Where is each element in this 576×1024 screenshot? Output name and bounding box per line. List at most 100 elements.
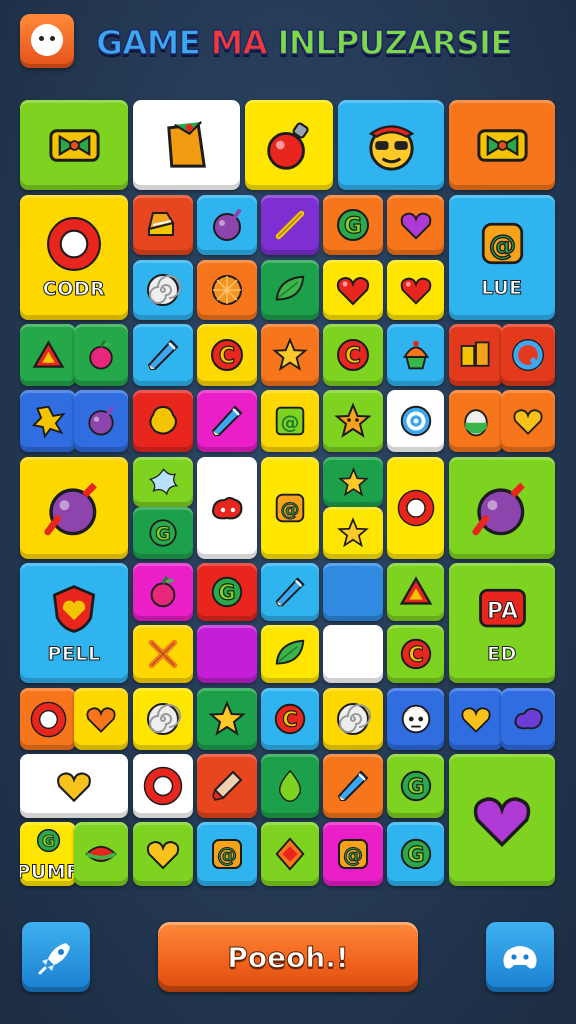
tile[interactable] xyxy=(449,754,555,886)
tile[interactable] xyxy=(20,324,76,386)
tile[interactable] xyxy=(197,195,257,255)
tile[interactable] xyxy=(74,324,128,386)
tile[interactable] xyxy=(133,563,193,621)
tile[interactable] xyxy=(74,822,128,886)
tile[interactable]: C xyxy=(197,324,257,386)
rocket-button[interactable] xyxy=(22,922,90,992)
tile[interactable] xyxy=(261,625,319,683)
tile[interactable] xyxy=(261,754,319,818)
tile[interactable]: @ xyxy=(197,822,257,886)
tile[interactable]: @ xyxy=(261,457,319,559)
tile[interactable]: CODR xyxy=(20,195,128,320)
block-letters-icon xyxy=(460,341,490,367)
stick-icon xyxy=(275,210,305,240)
tile[interactable] xyxy=(501,324,555,386)
tile[interactable] xyxy=(74,688,128,750)
tile[interactable] xyxy=(197,260,257,320)
svg-text:G: G xyxy=(218,581,235,605)
tile[interactable] xyxy=(74,390,128,452)
tile[interactable]: C xyxy=(323,324,383,386)
tile[interactable] xyxy=(261,822,319,886)
tile[interactable] xyxy=(133,390,193,452)
gamepad-button[interactable] xyxy=(486,922,554,992)
tile[interactable] xyxy=(133,260,193,320)
tile[interactable] xyxy=(20,688,76,750)
tile[interactable] xyxy=(20,100,128,190)
tile[interactable]: C xyxy=(261,688,319,750)
tile[interactable] xyxy=(197,390,257,452)
tile[interactable] xyxy=(133,457,193,507)
tile[interactable] xyxy=(449,100,555,190)
tile[interactable] xyxy=(387,563,444,621)
tile[interactable] xyxy=(133,688,193,750)
tile[interactable] xyxy=(323,507,383,559)
tile[interactable] xyxy=(261,195,319,255)
svg-text:C: C xyxy=(219,344,235,369)
tile[interactable]: G xyxy=(133,507,193,559)
tile[interactable]: G xyxy=(197,563,257,621)
star-icon xyxy=(272,337,308,371)
tile[interactable] xyxy=(501,390,555,452)
tile[interactable] xyxy=(387,457,444,559)
o-ring-icon xyxy=(143,766,183,806)
orange-fruit-icon xyxy=(212,275,242,305)
tile[interactable] xyxy=(323,260,383,320)
tile[interactable] xyxy=(323,457,383,507)
tile[interactable] xyxy=(20,754,128,818)
tile[interactable] xyxy=(261,260,319,320)
tile[interactable] xyxy=(449,324,503,386)
svg-text:G: G xyxy=(407,775,424,799)
tile[interactable] xyxy=(323,390,383,452)
tile[interactable]: @ xyxy=(323,822,383,886)
tile[interactable] xyxy=(501,688,555,750)
rocket-icon xyxy=(38,943,70,975)
tile[interactable]: @ xyxy=(261,390,319,452)
tile[interactable] xyxy=(449,688,503,750)
tile[interactable] xyxy=(387,688,444,750)
tile[interactable] xyxy=(323,688,383,750)
tile[interactable] xyxy=(197,457,257,559)
letter-c-icon: C xyxy=(274,703,306,735)
tile[interactable] xyxy=(197,754,257,818)
tile[interactable] xyxy=(387,324,444,386)
tile[interactable] xyxy=(387,195,444,255)
tile[interactable]: PA ED xyxy=(449,563,555,683)
tile[interactable] xyxy=(133,324,193,386)
target-icon xyxy=(400,405,431,437)
purple-ball-icon xyxy=(213,209,241,241)
tile[interactable] xyxy=(133,100,240,190)
tile[interactable] xyxy=(323,625,383,683)
tile[interactable] xyxy=(323,563,383,621)
tile[interactable]: @ LUE xyxy=(449,195,555,320)
red-bomb-icon xyxy=(267,122,309,170)
tile[interactable] xyxy=(323,754,383,818)
pencil-icon xyxy=(275,577,305,607)
tile[interactable] xyxy=(197,625,257,683)
tile[interactable] xyxy=(20,457,128,559)
tile[interactable] xyxy=(449,390,503,452)
tile[interactable]: G PUMF xyxy=(20,822,76,886)
tile[interactable] xyxy=(133,754,193,818)
tile[interactable] xyxy=(387,260,444,320)
svg-text:G: G xyxy=(155,524,170,545)
tile[interactable] xyxy=(261,563,319,621)
tile[interactable]: C xyxy=(387,625,444,683)
letter-a-icon: @ xyxy=(275,493,305,523)
brush-icon xyxy=(212,770,243,801)
tile[interactable] xyxy=(245,100,333,190)
tile[interactable]: G xyxy=(387,754,444,818)
purple-heart-icon xyxy=(400,212,431,240)
tile[interactable] xyxy=(197,688,257,750)
tile[interactable]: G xyxy=(387,822,444,886)
tile[interactable]: G xyxy=(323,195,383,255)
tile[interactable] xyxy=(20,390,76,452)
tile[interactable] xyxy=(133,822,193,886)
tile[interactable] xyxy=(387,390,444,452)
tile[interactable] xyxy=(261,324,319,386)
play-button[interactable]: Poeoh.! xyxy=(158,922,418,992)
tile[interactable] xyxy=(133,625,193,683)
tile[interactable] xyxy=(133,195,193,255)
tile[interactable] xyxy=(449,457,555,559)
tile[interactable] xyxy=(338,100,444,190)
tile[interactable]: PELL xyxy=(20,563,128,683)
